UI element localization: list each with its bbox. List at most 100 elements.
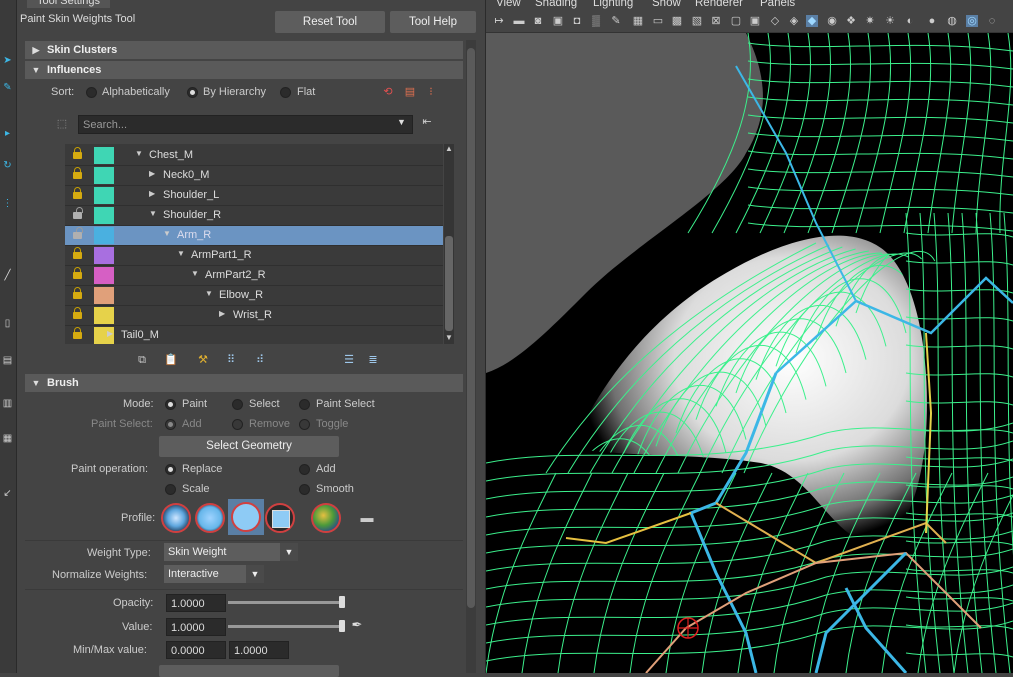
collapse-icon[interactable]: ▼	[205, 289, 213, 298]
channel-icon[interactable]: ↙	[2, 488, 13, 499]
use-all-lights-icon[interactable]: ❖	[845, 15, 857, 27]
grease-pencil-icon[interactable]: ✎	[610, 15, 622, 27]
panel-scrollbar-thumb[interactable]	[467, 48, 475, 608]
anti-aliasing-icon[interactable]: ◍	[946, 15, 958, 27]
lock-icon[interactable]	[73, 267, 82, 280]
eyedropper-icon[interactable]: ✒	[349, 618, 365, 632]
search-options-icon[interactable]: ⇤	[419, 115, 435, 129]
lock-icon[interactable]	[73, 187, 82, 200]
profile-image-icon[interactable]	[311, 503, 341, 533]
panel-more-button[interactable]	[159, 665, 339, 677]
unlock-icon[interactable]	[73, 207, 83, 220]
collapse-icon[interactable]: ▼	[177, 249, 185, 258]
film-gate-icon[interactable]: ▭	[652, 15, 664, 27]
wireframe-icon[interactable]: ◇	[769, 15, 781, 27]
influence-scrollbar-thumb[interactable]	[445, 236, 453, 331]
mode-select-radio[interactable]	[232, 399, 243, 410]
xray-icon[interactable]: ◌	[986, 15, 998, 27]
reset-tool-button[interactable]: Reset Tool	[275, 11, 385, 33]
lighting-icon[interactable]: ☀	[884, 15, 896, 27]
shadows-icon[interactable]: ✷	[864, 15, 876, 27]
influence-row[interactable]: ▶ Shoulder_L	[65, 186, 443, 206]
menu-shading[interactable]: Shading	[535, 0, 577, 9]
select-filter-icon[interactable]: ⬚	[54, 117, 70, 131]
sort-flat-radio[interactable]	[280, 87, 291, 98]
sort-by-hierarchy-radio[interactable]	[187, 87, 198, 98]
unlock-icon[interactable]	[73, 227, 83, 240]
collapse-icon[interactable]: ▼	[191, 269, 199, 278]
ambient-occlusion-icon[interactable]: ◐	[904, 15, 916, 27]
camera-attributes-icon[interactable]: ◙	[532, 15, 544, 27]
profile-solid-icon[interactable]	[231, 502, 261, 532]
profile-square-icon[interactable]	[265, 503, 295, 533]
normalize-weights-dropdown[interactable]: Interactive ▼	[164, 565, 264, 583]
search-dropdown-arrow-icon[interactable]: ▼	[397, 117, 411, 127]
collapse-icon[interactable]: ▼	[149, 209, 157, 218]
expand-icon[interactable]: ▶	[107, 329, 113, 338]
viewport-panel[interactable]: View Shading Lighting Show Renderer Pane…	[486, 0, 1013, 673]
folder-icon[interactable]: ▬	[359, 511, 375, 525]
expand-icon[interactable]: ▶	[149, 189, 155, 198]
layout-outliner-icon[interactable]: ▦	[2, 433, 13, 444]
lock-icon[interactable]	[73, 287, 82, 300]
textured-icon[interactable]: ◉	[826, 15, 838, 27]
smooth-shade-icon[interactable]: ◈	[788, 15, 800, 27]
lasso-tool-icon[interactable]: ✎	[2, 82, 13, 93]
collapse-icon[interactable]: ▼	[135, 149, 143, 158]
select-geometry-button[interactable]: Select Geometry	[159, 436, 339, 457]
paint-op-scale-radio[interactable]	[165, 484, 176, 495]
collapse-all-icon[interactable]: ☰	[341, 353, 357, 367]
influence-row[interactable]: ▼ Elbow_R	[65, 286, 443, 306]
copy-weights-icon[interactable]: ⧉	[134, 353, 150, 367]
opacity-slider-handle[interactable]	[339, 596, 345, 608]
opacity-field[interactable]: 1.0000	[166, 594, 226, 612]
influence-row[interactable]: ▶ Wrist_R	[65, 306, 443, 326]
move-weights-icon[interactable]: ⠿	[223, 353, 239, 367]
tool-settings-tab[interactable]: Tool Settings	[27, 0, 110, 8]
safe-title-icon[interactable]: ▣	[749, 15, 761, 27]
sort-alphabetically-radio[interactable]	[86, 87, 97, 98]
select-camera-icon[interactable]: ↦	[493, 15, 505, 27]
select-tool-icon[interactable]: ➤	[2, 55, 13, 66]
lock-icon[interactable]	[73, 247, 82, 260]
scale-tool-icon[interactable]: ⋮	[2, 198, 13, 209]
lock-icon[interactable]	[73, 327, 82, 340]
move-tool-icon[interactable]: ▸	[2, 128, 13, 139]
resolution-gate-icon[interactable]: ▩	[671, 15, 683, 27]
scroll-up-icon[interactable]: ▲	[445, 144, 453, 153]
influence-color-swatch[interactable]	[94, 267, 114, 284]
max-value-field[interactable]: 1.0000	[229, 641, 289, 659]
paint-op-replace-radio[interactable]	[165, 464, 176, 475]
paint-select-toggle-radio[interactable]	[299, 419, 310, 430]
bookmark-icon[interactable]: ▣	[552, 15, 564, 27]
motion-blur-icon[interactable]: ●	[926, 15, 938, 27]
menu-view[interactable]: View	[496, 0, 521, 9]
paint-tool-icon[interactable]: ╱	[2, 270, 13, 281]
scroll-down-icon[interactable]: ▼	[445, 333, 453, 342]
wireframe-on-shaded-icon[interactable]: ◆	[806, 15, 818, 27]
influences-section[interactable]: ▼ Influences	[25, 61, 463, 79]
influence-color-swatch[interactable]	[94, 167, 114, 184]
grid-icon[interactable]: ▦	[632, 15, 644, 27]
influence-row[interactable]: ▼ ArmPart2_R	[65, 266, 443, 286]
collapse-icon[interactable]: ▼	[163, 229, 171, 238]
refresh-influences-icon[interactable]: ⟲	[380, 85, 396, 99]
influence-color-swatch[interactable]	[94, 147, 114, 164]
tool-help-button[interactable]: Tool Help	[390, 11, 476, 33]
rotate-tool-icon[interactable]: ↻	[2, 160, 13, 171]
gate-mask-icon[interactable]: ▧	[691, 15, 703, 27]
sort-list-icon[interactable]: ▤	[402, 85, 418, 99]
brush-section[interactable]: ▼ Brush	[25, 374, 463, 392]
weight-type-dropdown[interactable]: Skin Weight ▼	[164, 543, 298, 561]
influence-row[interactable]: ▶ Tail0_M	[65, 326, 443, 344]
influence-row[interactable]: ▼ Chest_M	[65, 146, 443, 166]
two-d-pan-icon[interactable]: ▒	[590, 15, 602, 27]
filter-list-icon[interactable]: ⁝	[423, 85, 439, 99]
weight-hammer-icon[interactable]: ⚒	[195, 353, 211, 367]
lock-icon[interactable]	[73, 167, 82, 180]
layout-split-icon[interactable]: ▤	[2, 355, 13, 366]
value-slider-handle[interactable]	[339, 620, 345, 632]
expand-all-icon[interactable]: ≣	[365, 353, 381, 367]
menu-renderer[interactable]: Renderer	[695, 0, 743, 9]
expand-icon[interactable]: ▶	[149, 169, 155, 178]
